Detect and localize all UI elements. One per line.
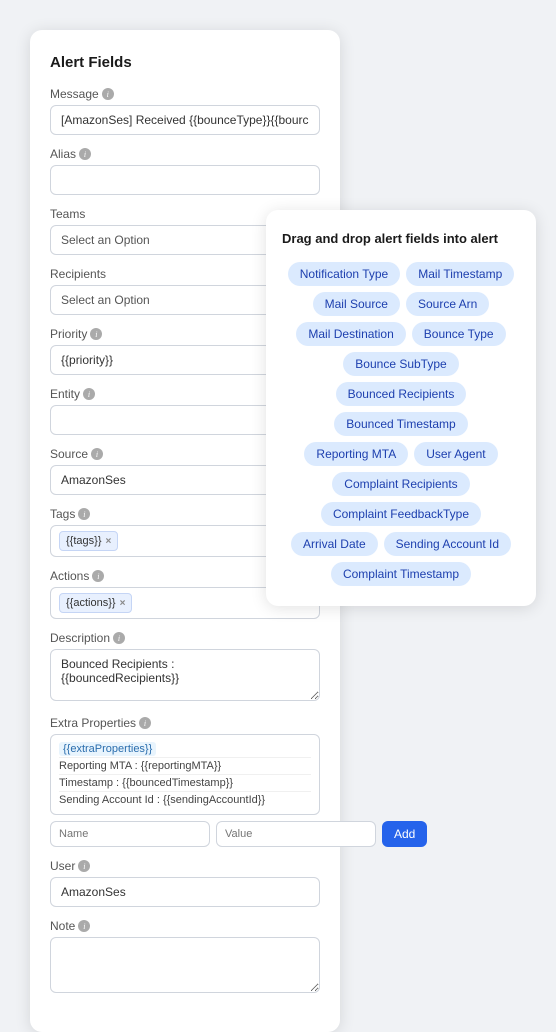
field-tag-sending-account-id[interactable]: Sending Account Id: [384, 532, 511, 556]
source-info-icon: i: [91, 448, 103, 460]
field-tags-grid: Notification TypeMail TimestampMail Sour…: [282, 262, 520, 586]
name-input[interactable]: [50, 821, 210, 847]
field-tag-complaint-feedbacktype[interactable]: Complaint FeedbackType: [321, 502, 481, 526]
alias-info-icon: i: [79, 148, 91, 160]
description-label: Description i: [50, 631, 320, 645]
message-info-icon: i: [102, 88, 114, 100]
field-tag-mail-source[interactable]: Mail Source: [313, 292, 400, 316]
field-tag-reporting-mta[interactable]: Reporting MTA: [304, 442, 408, 466]
extra-props-container: {{extraProperties}} Reporting MTA : {{re…: [50, 734, 320, 815]
extra-prop-highlight-item: {{extraProperties}}: [59, 741, 311, 758]
add-button[interactable]: Add: [382, 821, 427, 847]
tag-actions-close[interactable]: ×: [120, 598, 126, 609]
extra-prop-timestamp: Timestamp : {{bouncedTimestamp}}: [59, 775, 311, 792]
user-input[interactable]: [50, 877, 320, 907]
tag-actions: {{actions}} ×: [59, 593, 132, 613]
actions-info-icon: i: [92, 570, 104, 582]
card-title: Alert Fields: [50, 54, 320, 71]
tags-info-icon: i: [78, 508, 90, 520]
field-tag-complaint-recipients[interactable]: Complaint Recipients: [332, 472, 469, 496]
extra-prop-reporting-mta: Reporting MTA : {{reportingMTA}}: [59, 758, 311, 775]
message-label: Message i: [50, 87, 320, 101]
tag-tags: {{tags}} ×: [59, 531, 118, 551]
description-textarea[interactable]: Bounced Recipients : {{bouncedRecipients…: [50, 649, 320, 701]
user-info-icon: i: [78, 860, 90, 872]
field-tag-arrival-date[interactable]: Arrival Date: [291, 532, 378, 556]
field-tag-notification-type[interactable]: Notification Type: [288, 262, 401, 286]
description-info-icon: i: [113, 632, 125, 644]
note-info-icon: i: [78, 920, 90, 932]
field-tag-bounced-timestamp[interactable]: Bounced Timestamp: [334, 412, 467, 436]
extra-prop-sending-account: Sending Account Id : {{sendingAccountId}…: [59, 792, 311, 808]
field-tag-bounce-type[interactable]: Bounce Type: [412, 322, 506, 346]
field-tag-mail-timestamp[interactable]: Mail Timestamp: [406, 262, 514, 286]
field-tag-bounce-subtype[interactable]: Bounce SubType: [343, 352, 458, 376]
dropdown-title: Drag and drop alert fields into alert: [282, 230, 520, 248]
alias-label: Alias i: [50, 147, 320, 161]
alias-input[interactable]: [50, 165, 320, 195]
note-group: Note i: [50, 919, 320, 996]
value-input[interactable]: [216, 821, 376, 847]
field-tag-mail-destination[interactable]: Mail Destination: [296, 322, 405, 346]
extra-props-group: Extra Properties i {{extraProperties}} R…: [50, 716, 320, 847]
field-tag-complaint-timestamp[interactable]: Complaint Timestamp: [331, 562, 471, 586]
alias-group: Alias i: [50, 147, 320, 195]
tag-tags-close[interactable]: ×: [106, 536, 112, 547]
description-group: Description i Bounced Recipients : {{bou…: [50, 631, 320, 704]
user-label: User i: [50, 859, 320, 873]
priority-info-icon: i: [90, 328, 102, 340]
drag-drop-card: Drag and drop alert fields into alert No…: [266, 210, 536, 606]
name-value-row: Add: [50, 821, 320, 847]
field-tag-bounced-recipients[interactable]: Bounced Recipients: [336, 382, 467, 406]
extra-props-info-icon: i: [139, 717, 151, 729]
note-label: Note i: [50, 919, 320, 933]
field-tag-source-arn[interactable]: Source Arn: [406, 292, 489, 316]
user-group: User i: [50, 859, 320, 907]
entity-info-icon: i: [83, 388, 95, 400]
extra-props-label: Extra Properties i: [50, 716, 320, 730]
field-tag-user-agent[interactable]: User Agent: [414, 442, 497, 466]
note-textarea[interactable]: [50, 937, 320, 993]
message-group: Message i: [50, 87, 320, 135]
message-input[interactable]: [50, 105, 320, 135]
